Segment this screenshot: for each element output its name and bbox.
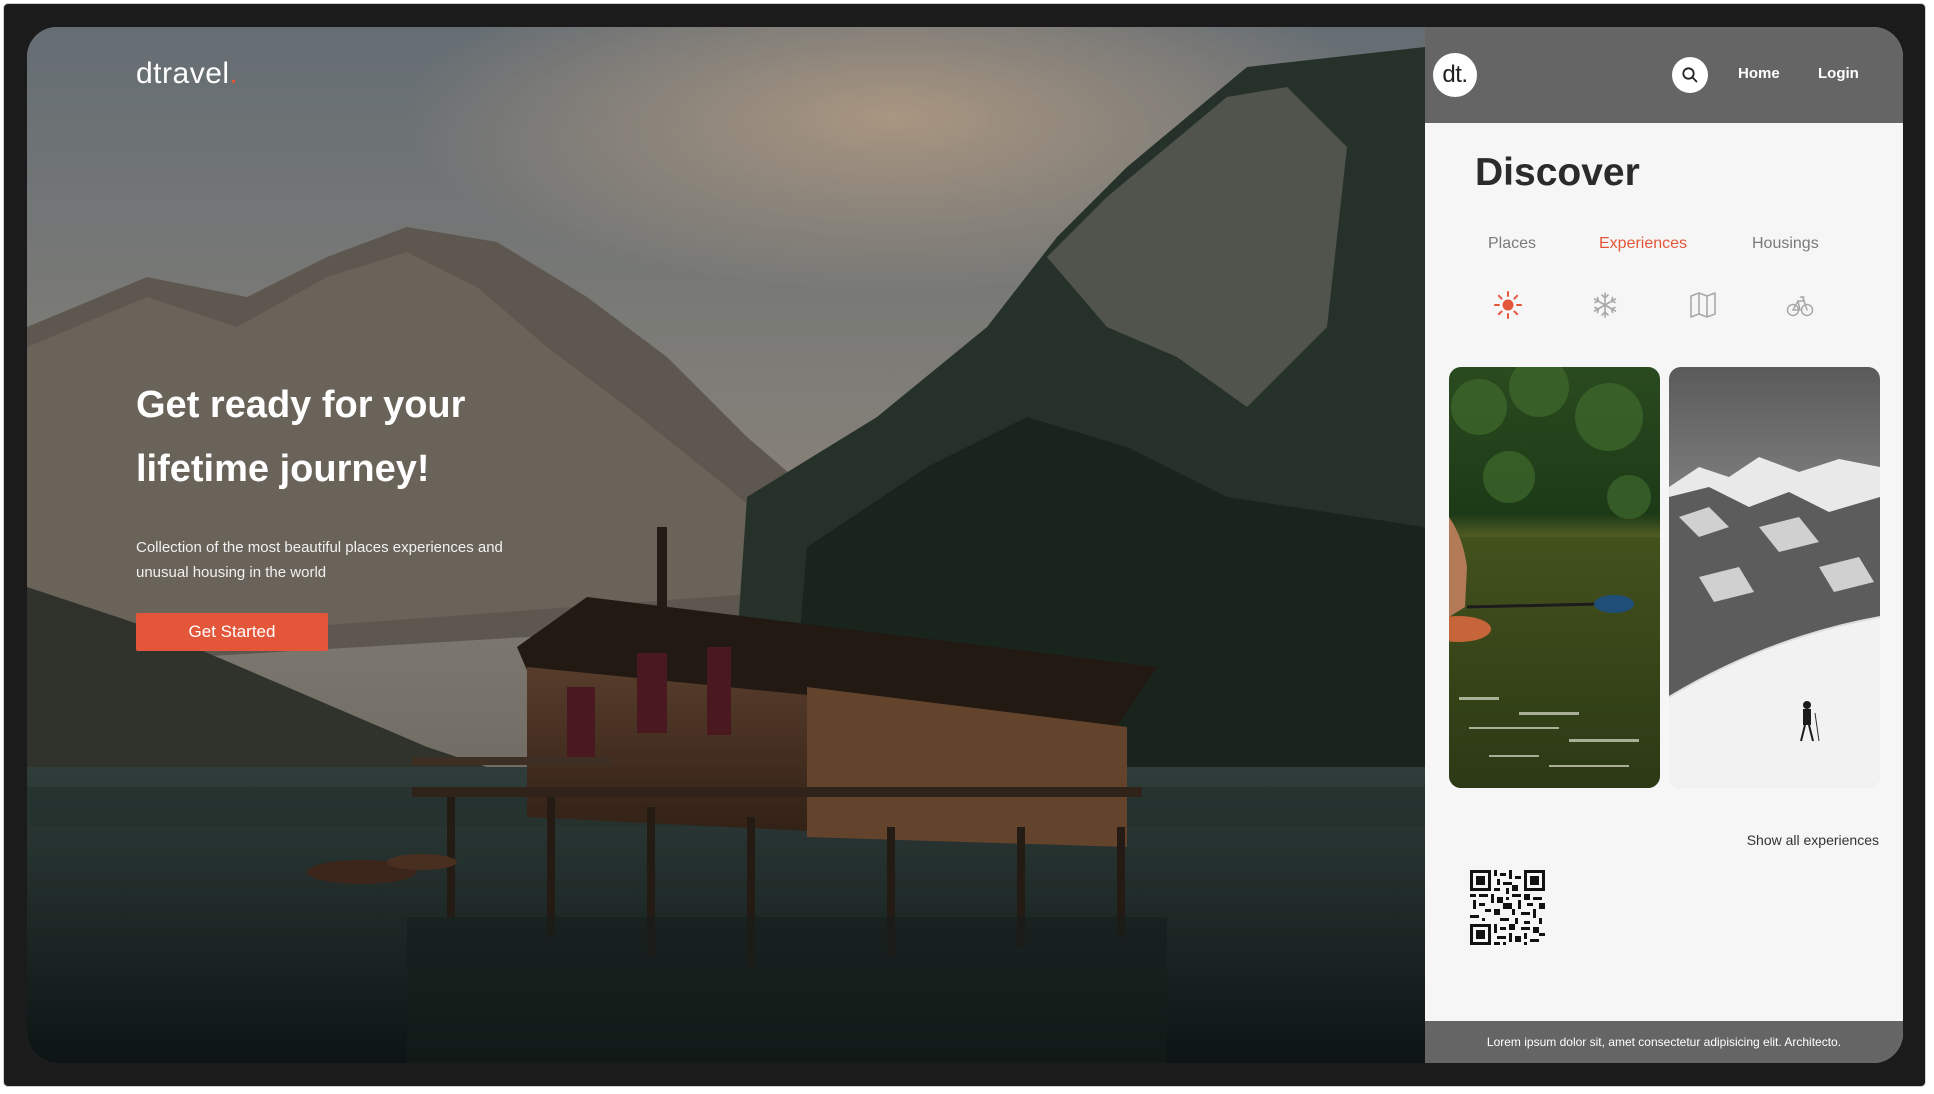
hero-headline: Get ready for your lifetime journey! <box>136 384 466 490</box>
panel-topbar: dt. Home Login <box>1425 27 1903 123</box>
snowflake-icon[interactable] <box>1590 290 1620 320</box>
qr-code <box>1470 870 1545 945</box>
dt-logo-badge[interactable]: dt. <box>1433 53 1477 97</box>
kayak-photo <box>1449 367 1660 788</box>
experience-card-kayak[interactable] <box>1449 367 1660 788</box>
app-viewport: dtravel. Get ready for your lifetime jou… <box>27 27 1903 1063</box>
tab-housings[interactable]: Housings <box>1752 235 1819 253</box>
panel-footer: Lorem ipsum dolor sit, amet consectetur … <box>1425 1021 1903 1063</box>
bicycle-icon[interactable] <box>1785 290 1815 320</box>
tab-places[interactable]: Places <box>1488 235 1536 253</box>
tab-experiences[interactable]: Experiences <box>1599 235 1687 253</box>
ski-touring-photo <box>1669 367 1880 788</box>
nav-home[interactable]: Home <box>1738 65 1780 82</box>
get-started-button[interactable]: Get Started <box>136 613 328 651</box>
map-icon[interactable] <box>1688 290 1718 320</box>
search-button[interactable] <box>1672 57 1708 93</box>
brand-dot: . <box>229 57 239 90</box>
search-icon <box>1682 67 1698 83</box>
sun-icon[interactable] <box>1493 290 1523 320</box>
brand-name: dtravel <box>136 57 230 90</box>
discover-panel: dt. Home Login Discover Places Experienc… <box>1425 27 1903 1063</box>
experience-card-ski[interactable] <box>1669 367 1880 788</box>
hero-section: dtravel. Get ready for your lifetime jou… <box>27 27 1425 1063</box>
discover-title: Discover <box>1475 151 1640 194</box>
hero-subline: Collection of the most beautiful places … <box>136 539 503 581</box>
brand-logo[interactable]: dtravel. <box>136 57 238 91</box>
show-all-experiences-link[interactable]: Show all experiences <box>1747 832 1879 848</box>
nav-login[interactable]: Login <box>1818 65 1859 82</box>
